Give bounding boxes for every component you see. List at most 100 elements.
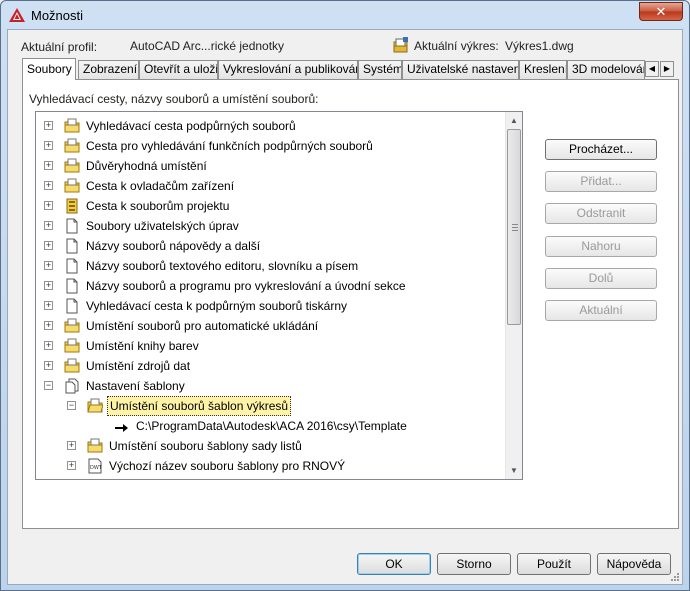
document-icon (64, 218, 80, 234)
document-icon (64, 258, 80, 274)
tree-item-label[interactable]: Umístění zdrojů dat (84, 356, 192, 376)
remove-button[interactable]: Odstranit (545, 203, 657, 224)
document-icon (64, 298, 80, 314)
expand-icon[interactable]: + (44, 361, 53, 370)
tree-row[interactable]: + Názvy souborů nápovědy a další (36, 236, 506, 256)
expand-icon[interactable]: + (44, 321, 53, 330)
tab-scroll-right-icon[interactable]: ▶ (660, 61, 674, 77)
document-icon (64, 238, 80, 254)
folder-icon (87, 438, 103, 454)
tree-row[interactable]: + DWT Výchozí název souboru šablony pro RN… (36, 456, 506, 476)
folder-icon (64, 178, 80, 194)
dwt-icon: DWT (87, 458, 103, 474)
tab-3d-modelovani[interactable]: 3D modelování (567, 60, 645, 79)
tree-row[interactable]: C:\ProgramData\Autodesk\ACA 2016\csy\Tem… (36, 416, 506, 436)
tree-row[interactable]: + Vyhledávací cesta podpůrných souborů (36, 116, 506, 136)
tree-item-label[interactable]: Vyhledávací cesta podpůrných souborů (84, 116, 298, 136)
add-button[interactable]: Přidat... (545, 171, 657, 192)
tree-item-label[interactable]: Nastavení šablony (84, 376, 187, 396)
expand-icon[interactable]: + (44, 201, 53, 210)
cancel-button[interactable]: Storno (437, 553, 511, 575)
apply-button[interactable]: Použít (517, 553, 591, 575)
tab-kresleni[interactable]: Kreslení (519, 60, 567, 79)
scroll-up-icon[interactable]: ▲ (506, 112, 522, 129)
tree-item-label[interactable]: Názvy souborů a programu pro vykreslován… (84, 276, 408, 296)
search-paths-tree[interactable]: ▲ ▼ + Vyhledávací cesta podpůrných soubor… (35, 111, 523, 480)
folder-icon (64, 318, 80, 334)
expand-icon[interactable]: + (44, 281, 53, 290)
expand-icon[interactable]: + (67, 461, 76, 470)
tree-item-label[interactable]: Důvěryhodná umístění (84, 156, 209, 176)
tree-row[interactable]: + Umístění souborů pro automatické ukládá… (36, 316, 506, 336)
tab-scroll-left-icon[interactable]: ◀ (645, 61, 659, 77)
drawing-file-icon (393, 37, 408, 53)
tree-row[interactable]: + Cesta k souborům projektu (36, 196, 506, 216)
browse-button[interactable]: Procházet... (545, 139, 657, 160)
tree-item-label[interactable]: Cesta k ovladačům zařízení (84, 176, 236, 196)
tree-row[interactable]: + Důvěryhodná umístění (36, 156, 506, 176)
expand-icon[interactable]: + (44, 141, 53, 150)
tab-soubory[interactable]: Soubory (22, 58, 76, 80)
expand-icon[interactable]: + (44, 161, 53, 170)
tab-uzivatelske-nastaveni[interactable]: Uživatelské nastavení (402, 60, 519, 79)
resize-grip-icon[interactable] (670, 572, 680, 582)
expand-icon[interactable]: + (67, 441, 76, 450)
scroll-down-icon[interactable]: ▼ (506, 462, 522, 479)
tree-item-label[interactable]: Výchozí název souboru šablony pro RNOVÝ (107, 456, 347, 476)
tree-item-label[interactable]: Soubory uživatelských úprav (84, 216, 241, 236)
tree-row[interactable]: + Soubory uživatelských úprav (36, 216, 506, 236)
tree-item-label[interactable]: Umístění souboru šablony sady listů (107, 436, 304, 456)
tree-row[interactable]: + Cesta pro vyhledávání funkčních podpůrn… (36, 136, 506, 156)
tree-row[interactable]: + Vyhledávací cesta k podpůrným souborů t… (36, 296, 506, 316)
tree-row[interactable]: + Cesta k ovladačům zařízení (36, 176, 506, 196)
close-button[interactable]: ✕ (639, 2, 683, 21)
files-tab-panel: Vyhledávací cesty, názvy souborů a umíst… (22, 79, 679, 529)
tree-vertical-scrollbar[interactable]: ▲ ▼ (505, 112, 522, 479)
current-drawing-value: Výkres1.dwg (505, 39, 574, 53)
folder-icon (64, 118, 80, 134)
set-current-button[interactable]: Aktuální (545, 300, 657, 321)
ok-button[interactable]: OK (357, 553, 431, 575)
folder-icon (64, 138, 80, 154)
expand-icon[interactable]: + (44, 261, 53, 270)
svg-text:DWT: DWT (90, 465, 103, 471)
expand-icon[interactable]: + (44, 121, 53, 130)
tab-vykreslovani-a-publikovani[interactable]: Vykreslování a publikování (218, 60, 358, 79)
autocad-logo-icon (9, 8, 25, 22)
tree-item-label[interactable]: Názvy souborů textového editoru, slovník… (84, 256, 360, 276)
move-up-button[interactable]: Nahoru (545, 236, 657, 257)
tree-row[interactable]: + Názvy souborů textového editoru, slovní… (36, 256, 506, 276)
tree-item-label[interactable]: Názvy souborů nápovědy a další (84, 236, 262, 256)
tree-item-label[interactable]: Umístění souborů šablon výkresů (107, 396, 292, 416)
tree-row[interactable]: − Umístění souborů šablon výkresů (36, 396, 506, 416)
tree-row[interactable]: − Nastavení šablony (36, 376, 506, 396)
tree-item-label[interactable]: Vyhledávací cesta k podpůrným souborů ti… (84, 296, 349, 316)
tree-item-label[interactable]: Cesta k souborům projektu (84, 196, 231, 216)
expand-icon[interactable]: + (44, 221, 53, 230)
search-paths-caption: Vyhledávací cesty, názvy souborů a umíst… (29, 92, 319, 106)
folder-icon (64, 338, 80, 354)
expand-icon[interactable]: + (44, 181, 53, 190)
tree-row[interactable]: + Názvy souborů a programu pro vykreslová… (36, 276, 506, 296)
move-down-button[interactable]: Dolů (545, 268, 657, 289)
tree-row[interactable]: + Umístění zdrojů dat (36, 356, 506, 376)
current-profile-label: Aktuální profil: (21, 40, 98, 54)
collapse-icon[interactable]: − (67, 401, 76, 410)
expand-icon[interactable]: + (44, 341, 53, 350)
current-drawing-label: Aktuální výkres: (414, 39, 499, 53)
help-button[interactable]: Nápověda (597, 553, 671, 575)
tab-system[interactable]: Systém (358, 60, 402, 79)
scrollbar-thumb[interactable] (507, 129, 521, 325)
tree-row[interactable]: + Umístění souboru šablony sady listů (36, 436, 506, 456)
collapse-icon[interactable]: − (44, 381, 53, 390)
tree-item-label[interactable]: Umístění knihy barev (84, 336, 201, 356)
tree-item-label[interactable]: C:\ProgramData\Autodesk\ACA 2016\csy\Tem… (134, 416, 409, 436)
expand-icon[interactable]: + (44, 241, 53, 250)
tab-zobrazeni[interactable]: Zobrazení (78, 60, 139, 79)
tree-item-label[interactable]: Cesta pro vyhledávání funkčních podpůrný… (84, 136, 375, 156)
expand-icon[interactable]: + (44, 301, 53, 310)
tree-row[interactable]: + Umístění knihy barev (36, 336, 506, 356)
tab-otevrit-a-ulozit[interactable]: Otevřít a uložit (139, 60, 218, 79)
tree-item-label[interactable]: Umístění souborů pro automatické ukládán… (84, 316, 320, 336)
arrow-icon (114, 420, 130, 432)
